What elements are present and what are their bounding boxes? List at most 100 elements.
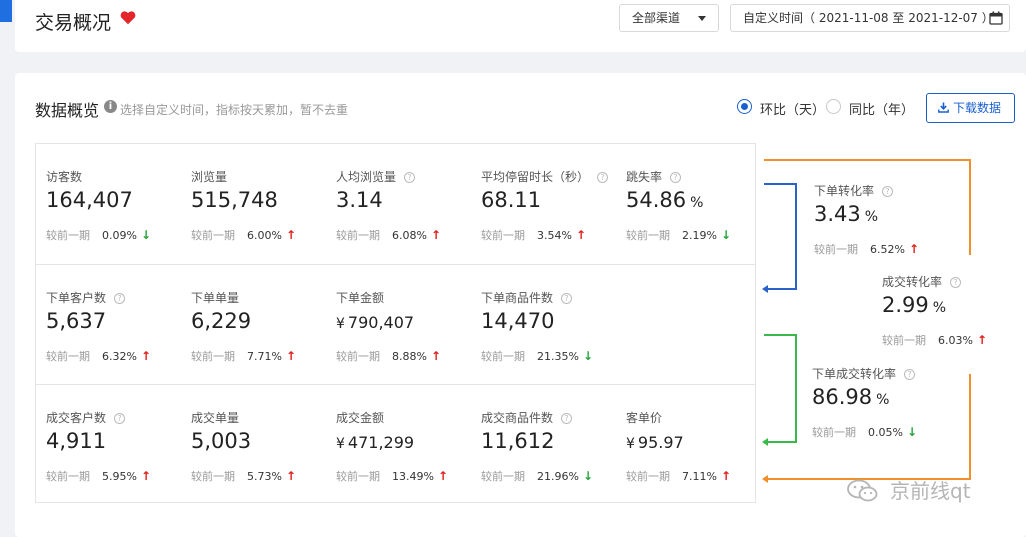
yoy-compare-radio[interactable] [826, 99, 841, 114]
metric-compare: 较前一期 7.11% ↑ [626, 468, 731, 484]
metric-label: 下单客户数? [46, 289, 126, 306]
metric-label: 下单商品件数? [481, 289, 573, 306]
metric-cell: 成交客户数? 4,911 较前一期 5.95% ↑ [36, 385, 181, 504]
compare-label: 较前一期 [46, 229, 90, 242]
unit-symbol: % [864, 209, 879, 225]
heart-icon [120, 11, 136, 25]
info-icon[interactable]: i [104, 100, 117, 113]
arrow-down-icon: ↓ [720, 228, 732, 242]
unit-symbol: % [876, 392, 890, 408]
ring-compare-label[interactable]: 环比（天） [760, 99, 825, 118]
help-icon[interactable]: ? [114, 293, 126, 304]
metric-compare: 较前一期 0.09% ↓ [46, 227, 151, 243]
yoy-compare-label[interactable]: 同比（年） [849, 99, 914, 118]
metric-compare: 较前一期 8.88% ↑ [336, 348, 441, 364]
metrics-grid: 访客数 164,407 较前一期 0.09% ↓ 浏览量 515,748 较前一期 6.00% ↑… [35, 143, 756, 503]
caret-down-icon [698, 16, 706, 21]
arrow-up-icon: ↑ [140, 469, 152, 483]
metric-label: 跳失率? [626, 168, 682, 185]
help-icon[interactable]: ? [670, 172, 682, 183]
metric-value: 3.43% [814, 202, 879, 226]
help-icon[interactable]: ? [404, 172, 416, 183]
metric-value: 54.86% [626, 188, 704, 212]
metric-label: 客单价 [626, 411, 663, 425]
arrow-up-icon: ↑ [285, 228, 297, 242]
help-icon[interactable]: ? [882, 186, 894, 197]
ring-compare-radio[interactable] [737, 99, 752, 114]
metric-compare: 较前一期 5.73% ↑ [191, 468, 296, 484]
metric-label: 下单金额 [336, 291, 385, 305]
metric-value: 6,229 [191, 309, 252, 333]
help-icon[interactable]: ? [114, 413, 126, 424]
arrow-up-icon: ↑ [720, 469, 732, 483]
unit-symbol: % [932, 300, 947, 316]
compare-value: 5.73% [247, 470, 282, 483]
conversion-metric: 下单成交转化率? 86.98% 较前一期 0.05% ↓ [812, 341, 982, 451]
download-icon [938, 102, 949, 113]
watermark-text: 京前线qt [890, 479, 971, 503]
metric-cell: 客单价 ¥95.97 较前一期 7.11% ↑ [616, 385, 761, 504]
compare-value: 6.00% [247, 229, 282, 242]
help-icon[interactable]: ? [561, 413, 573, 424]
metric-label: 人均浏览量? [336, 168, 416, 185]
help-icon[interactable]: ? [561, 293, 573, 304]
compare-label: 较前一期 [336, 350, 380, 363]
compare-label: 较前一期 [481, 350, 525, 363]
metric-value: 2.99% [882, 293, 947, 317]
channel-select[interactable]: 全部渠道 [619, 4, 719, 32]
metric-cell: 下单单量 6,229 较前一期 7.71% ↑ [181, 265, 326, 384]
compare-value: 0.09% [102, 229, 137, 242]
metrics-row: 下单客户数? 5,637 较前一期 6.32% ↑ 下单单量 6,229 较前一期 7.71% ↑… [36, 264, 755, 384]
metric-label: 平均停留时长（秒）? [481, 168, 609, 185]
compare-value: 7.11% [682, 470, 717, 483]
compare-value: 3.54% [537, 229, 572, 242]
download-button[interactable]: 下载数据 [926, 93, 1015, 123]
metric-label: 成交单量 [191, 411, 240, 425]
date-range-label: 自定义时间 [743, 11, 804, 25]
arrow-up-icon: ↑ [140, 349, 152, 363]
arrow-up-icon: ↑ [430, 349, 442, 363]
accent-tab [0, 0, 12, 22]
metric-cell: 访客数 164,407 较前一期 0.09% ↓ [36, 144, 181, 263]
arrow-up-icon: ↑ [575, 228, 587, 242]
metric-cell: 浏览量 515,748 较前一期 6.00% ↑ [181, 144, 326, 263]
metric-compare: 较前一期 7.71% ↑ [191, 348, 296, 364]
metric-cell: 成交商品件数? 11,612 较前一期 21.96% ↓ [471, 385, 616, 504]
currency-symbol: ¥ [626, 436, 635, 452]
compare-value: 6.32% [102, 350, 137, 363]
metric-compare: 较前一期 6.00% ↑ [191, 227, 296, 243]
compare-label: 较前一期 [336, 229, 380, 242]
metric-compare: 较前一期 6.32% ↑ [46, 348, 151, 364]
metrics-row: 成交客户数? 4,911 较前一期 5.95% ↑ 成交单量 5,003 较前一期 5.73% ↑… [36, 384, 755, 504]
metric-cell: 下单商品件数? 14,470 较前一期 21.35% ↓ [471, 265, 616, 384]
metric-label: 下单转化率? [814, 182, 894, 199]
metric-cell: 平均停留时长（秒）? 68.11 较前一期 3.54% ↑ [471, 144, 616, 263]
help-icon[interactable]: ? [597, 172, 609, 183]
metric-label: 成交商品件数? [481, 409, 573, 426]
metric-value: 86.98% [812, 385, 890, 409]
channel-select-value: 全部渠道 [632, 11, 681, 25]
metrics-row: 访客数 164,407 较前一期 0.09% ↓ 浏览量 515,748 较前一期 6.00% ↑… [36, 144, 755, 264]
metric-compare: 较前一期 21.96% ↓ [481, 468, 593, 484]
date-range-value: （ 2021-11-08 至 2021-12-07 ） [803, 11, 994, 25]
metric-compare: 较前一期 0.05% ↓ [812, 424, 917, 440]
help-icon[interactable]: ? [950, 277, 962, 288]
date-range-picker[interactable]: 自定义时间（ 2021-11-08 至 2021-12-07 ） [730, 4, 1010, 32]
arrow-up-icon: ↑ [430, 228, 442, 242]
metric-value: 68.11 [481, 188, 542, 212]
help-icon[interactable]: ? [904, 369, 916, 380]
compare-value: 6.08% [392, 229, 427, 242]
section-title: 数据概览 [35, 101, 100, 120]
download-label: 下载数据 [953, 101, 1002, 115]
section-hint: 选择自定义时间，指标按天累加，暂不去重 [120, 103, 349, 117]
metric-cell: 人均浏览量? 3.14 较前一期 6.08% ↑ [326, 144, 471, 263]
compare-value: 0.05% [868, 426, 903, 439]
metric-value: ¥95.97 [626, 433, 684, 452]
metric-compare: 较前一期 21.35% ↓ [481, 348, 593, 364]
metric-value: ¥790,407 [336, 313, 415, 332]
metric-cell: 成交单量 5,003 较前一期 5.73% ↑ [181, 385, 326, 504]
metric-cell: 成交金额 ¥471,299 较前一期 13.49% ↑ [326, 385, 471, 504]
compare-label: 较前一期 [46, 470, 90, 483]
arrow-up-icon: ↑ [285, 469, 297, 483]
metric-compare: 较前一期 13.49% ↑ [336, 468, 448, 484]
